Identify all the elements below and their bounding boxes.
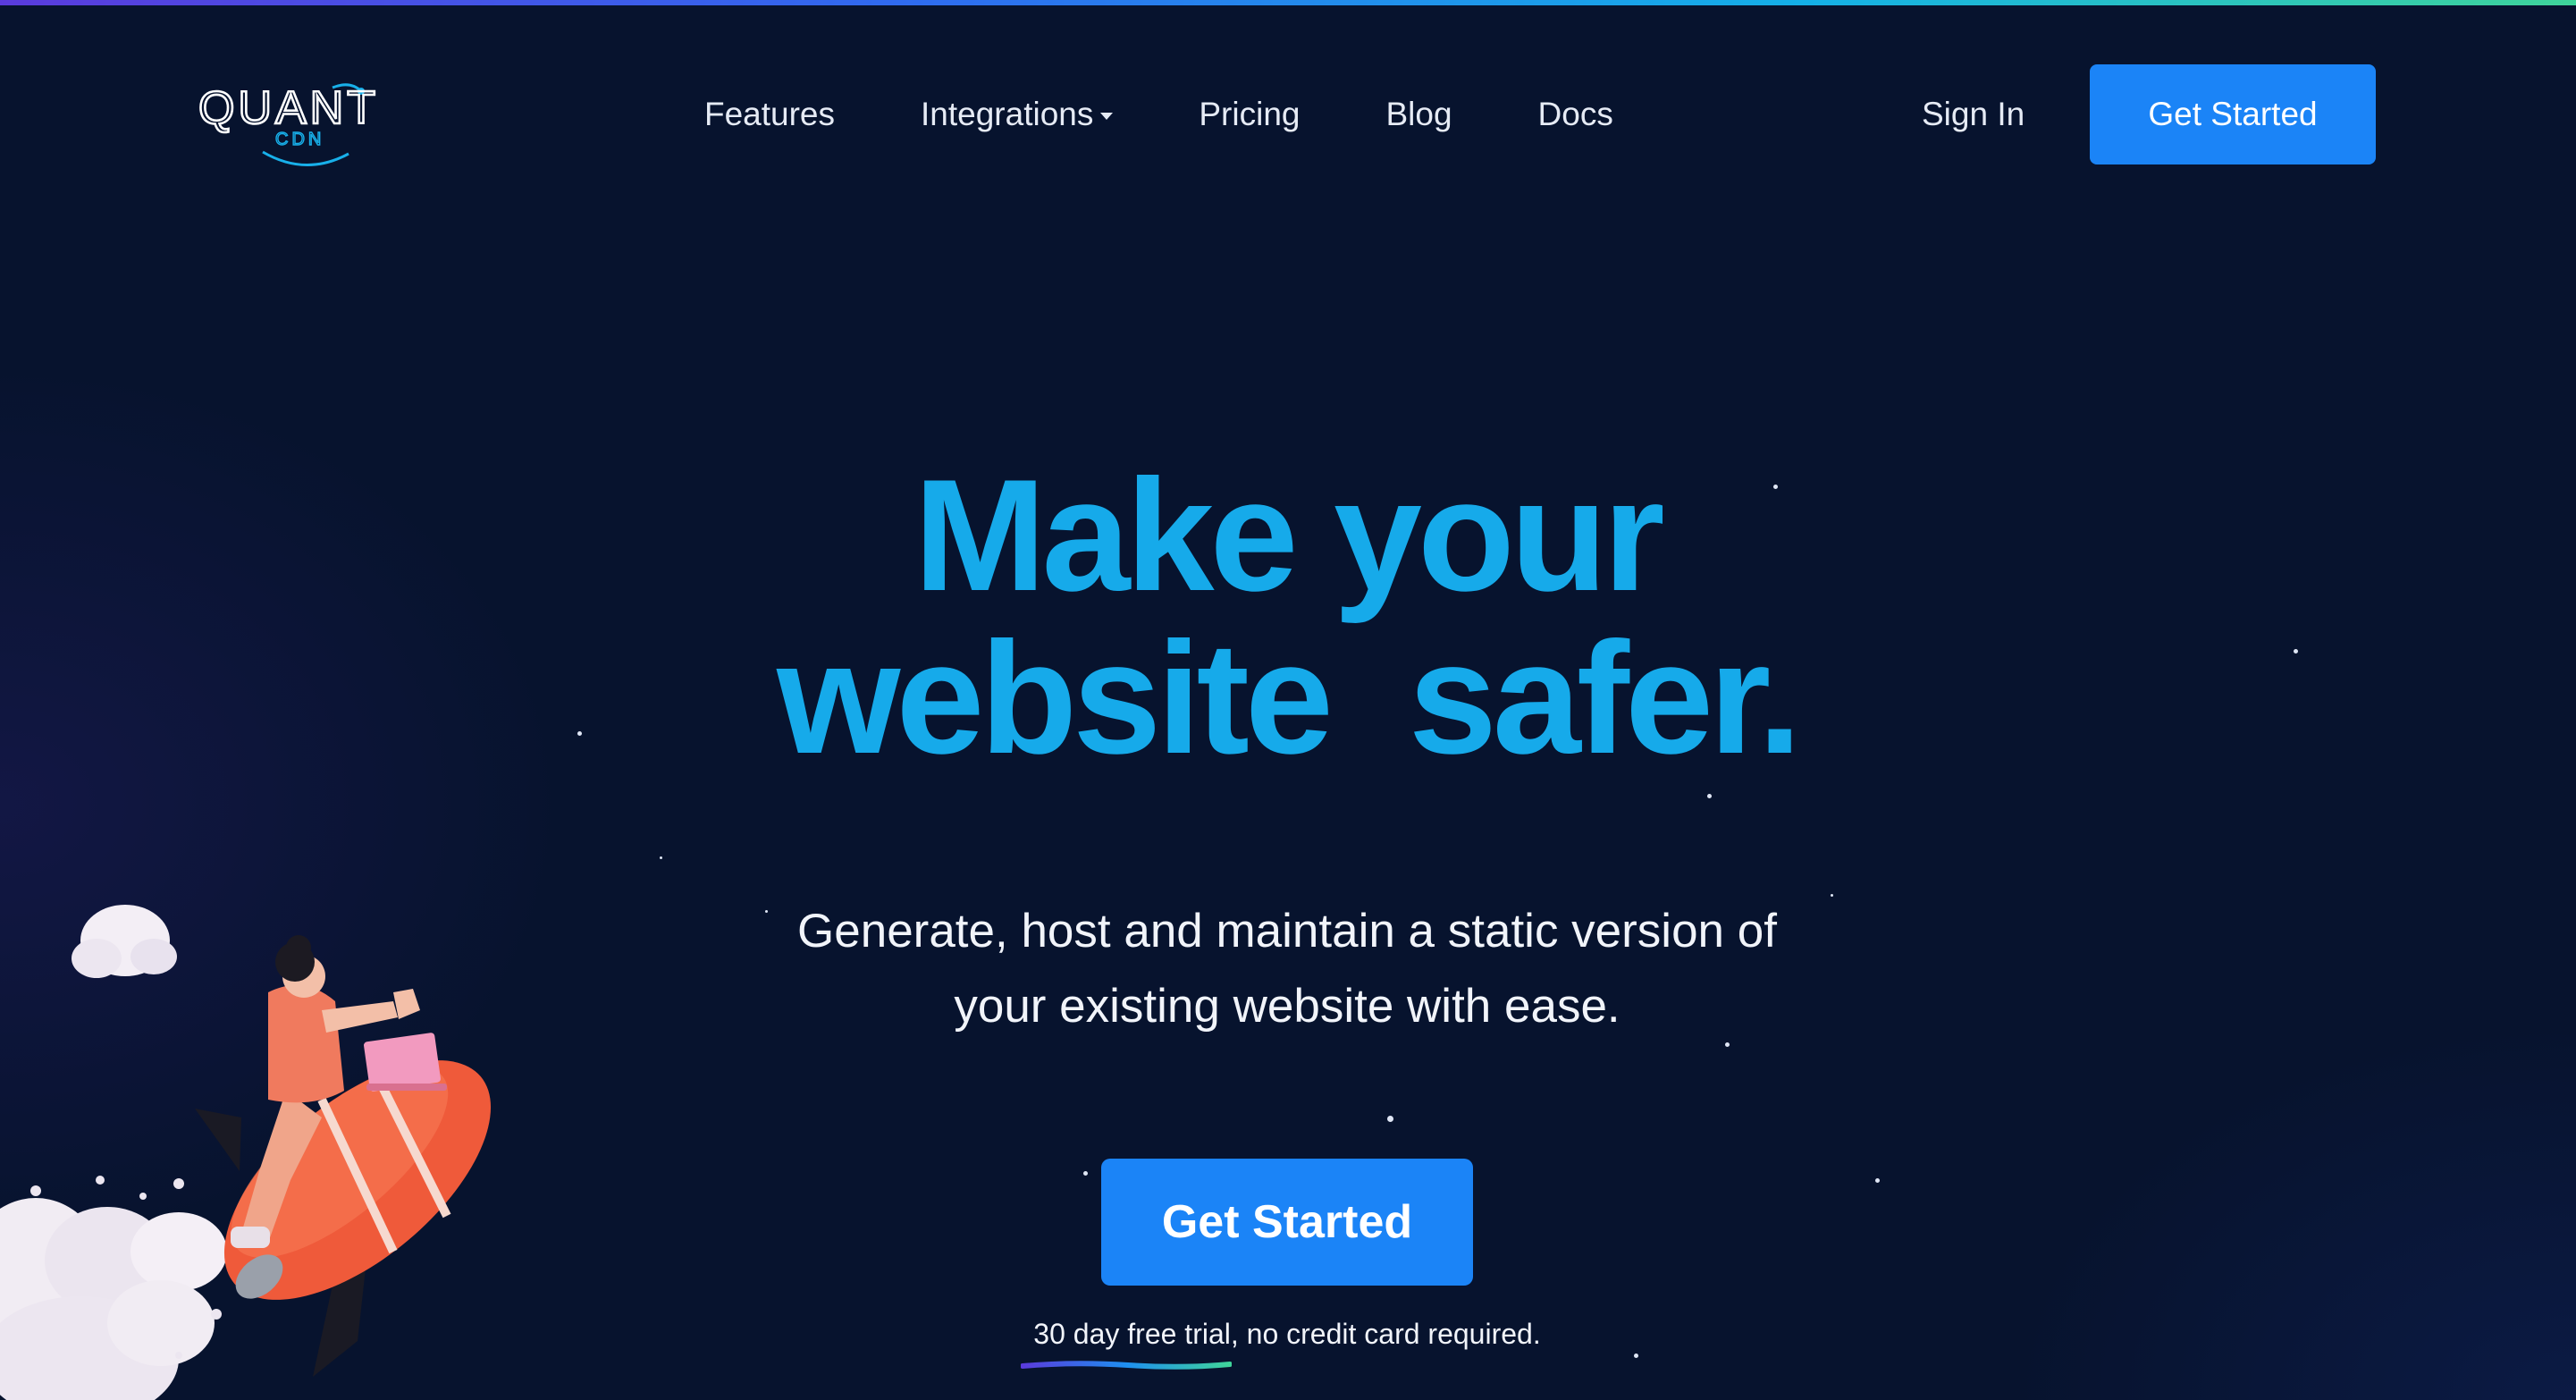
star-decoration (2294, 649, 2298, 654)
star-decoration (1083, 1171, 1088, 1176)
nav-link-blog[interactable]: Blog (1385, 96, 1452, 133)
landing-page: QUANT CDN Features Integrations Pricing … (0, 0, 2576, 1400)
star-decoration (765, 910, 768, 913)
quant-cdn-logo[interactable]: QUANT CDN (198, 72, 409, 170)
sign-in-link[interactable]: Sign In (1922, 88, 2025, 141)
star-decoration (660, 856, 662, 859)
top-gradient-bar (0, 0, 2576, 5)
logo-subtext: CDN (275, 130, 324, 149)
logo-text: QUANT (198, 82, 379, 134)
star-decoration (1634, 1354, 1638, 1358)
rocket-rider-illustration (0, 905, 492, 1400)
hero-subtext: Generate, host and maintain a static ver… (572, 894, 2002, 1044)
nav-get-started-button[interactable]: Get Started (2090, 64, 2376, 164)
hero-headline: Make your website safer. (572, 454, 2002, 780)
star-decoration (1773, 485, 1778, 489)
hero-subtext-line2: your existing website with ease. (954, 980, 1621, 1033)
star-decoration (1387, 1116, 1393, 1122)
main-nav: Features Integrations Pricing Blog Docs (704, 88, 1613, 141)
star-decoration (1725, 1042, 1730, 1047)
exhaust-cloud (0, 1198, 227, 1400)
nav-link-integrations-label: Integrations (921, 96, 1094, 132)
cloud-decoration (72, 905, 177, 978)
nav-link-features[interactable]: Features (704, 96, 835, 133)
trial-note: 30 day free trial, no credit card requir… (1033, 1318, 1541, 1350)
caret-down-icon (1100, 113, 1114, 120)
hero-subtext-line1: Generate, host and maintain a static ver… (797, 905, 1777, 957)
trial-underline-decoration (1021, 1361, 1232, 1370)
nav-link-integrations[interactable]: Integrations (921, 96, 1114, 133)
hero-get-started-button[interactable]: Get Started (1101, 1159, 1473, 1286)
hero-headline-line2: website safer. (777, 609, 1802, 787)
hero-headline-line1: Make your (913, 446, 1664, 624)
star-decoration (1707, 794, 1712, 798)
star-decoration (1875, 1178, 1880, 1183)
nav-link-pricing[interactable]: Pricing (1199, 96, 1300, 133)
star-decoration (577, 731, 582, 736)
nav-link-docs[interactable]: Docs (1538, 96, 1613, 133)
star-decoration (1831, 894, 1833, 897)
